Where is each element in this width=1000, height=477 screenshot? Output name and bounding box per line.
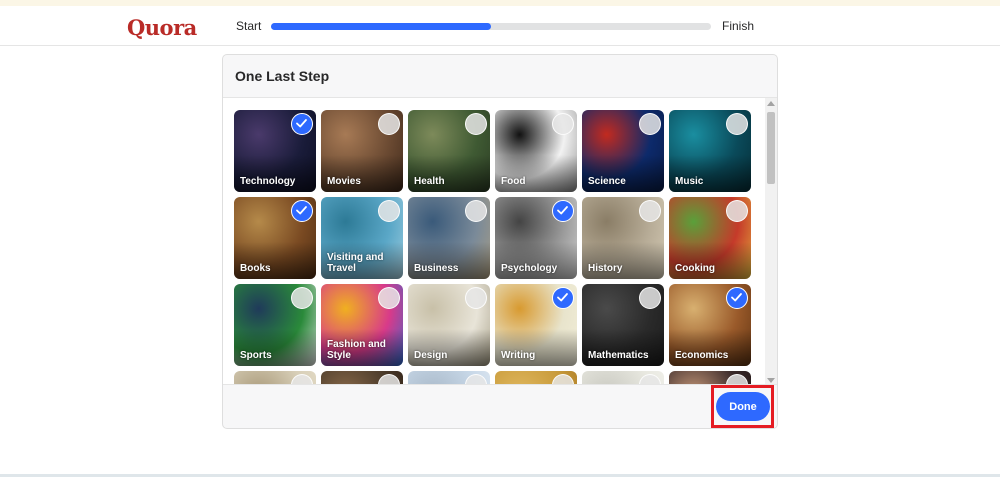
topic-tile[interactable]: Design — [408, 284, 490, 366]
topic-tile[interactable]: Music — [669, 110, 751, 192]
topic-selection-modal: One Last Step Technology Movies Health Food… — [222, 54, 778, 429]
topic-tile[interactable] — [669, 371, 751, 384]
checkmark-selected-icon[interactable] — [552, 200, 574, 222]
header-bar: Quora Start Finish — [0, 6, 1000, 46]
topic-label: Sports — [240, 350, 272, 361]
scrollbar[interactable] — [765, 98, 777, 384]
checkbox-unselected-icon[interactable] — [726, 374, 748, 384]
topic-tile[interactable]: Food — [495, 110, 577, 192]
progress-finish-label: Finish — [722, 19, 755, 33]
topic-tile[interactable]: Science — [582, 110, 664, 192]
topic-label: Economics — [675, 350, 729, 361]
topic-label: Visiting and Travel — [327, 252, 384, 274]
progress-bar — [271, 23, 711, 30]
checkbox-unselected-icon[interactable] — [465, 287, 487, 309]
checkbox-unselected-icon[interactable] — [639, 374, 661, 384]
checkmark-selected-icon[interactable] — [726, 287, 748, 309]
checkbox-unselected-icon[interactable] — [378, 287, 400, 309]
checkbox-unselected-icon[interactable] — [726, 200, 748, 222]
topic-tile[interactable]: Visiting and Travel — [321, 197, 403, 279]
checkbox-unselected-icon[interactable] — [378, 113, 400, 135]
topic-tile[interactable] — [495, 371, 577, 384]
checkbox-unselected-icon[interactable] — [552, 113, 574, 135]
topic-tile[interactable]: Business — [408, 197, 490, 279]
checkbox-unselected-icon[interactable] — [726, 113, 748, 135]
topic-label: Science — [588, 176, 626, 187]
checkbox-unselected-icon[interactable] — [378, 200, 400, 222]
topic-tile[interactable] — [321, 371, 403, 384]
checkbox-unselected-icon[interactable] — [639, 200, 661, 222]
done-button[interactable]: Done — [716, 392, 770, 421]
checkbox-unselected-icon[interactable] — [465, 374, 487, 384]
topic-label: Writing — [501, 350, 536, 361]
checkbox-unselected-icon[interactable] — [465, 200, 487, 222]
checkbox-unselected-icon[interactable] — [291, 287, 313, 309]
progress-start-label: Start — [236, 19, 262, 33]
topic-tile[interactable]: Health — [408, 110, 490, 192]
topic-scroll-area[interactable]: Technology Movies Health Food Science Music Bo… — [223, 97, 777, 385]
topic-tile[interactable]: Sports — [234, 284, 316, 366]
topic-tile[interactable]: Books — [234, 197, 316, 279]
quora-logo[interactable]: Quora — [127, 15, 197, 40]
topic-label: Fashion and Style — [327, 339, 386, 361]
checkbox-unselected-icon[interactable] — [639, 113, 661, 135]
topic-tile[interactable]: Movies — [321, 110, 403, 192]
scroll-up-arrow-icon[interactable] — [767, 101, 775, 106]
topic-label: Health — [414, 176, 445, 187]
checkbox-unselected-icon[interactable] — [291, 374, 313, 384]
checkbox-unselected-icon[interactable] — [378, 374, 400, 384]
topic-label: Business — [414, 263, 459, 274]
topic-tile[interactable]: History — [582, 197, 664, 279]
topic-label: Mathematics — [588, 350, 649, 361]
checkbox-unselected-icon[interactable] — [639, 287, 661, 309]
topic-tile[interactable]: Technology — [234, 110, 316, 192]
scroll-thumb[interactable] — [767, 112, 775, 184]
scroll-down-arrow-icon[interactable] — [767, 378, 775, 383]
topic-label: Design — [414, 350, 448, 361]
topic-label: Movies — [327, 176, 361, 187]
topic-tile[interactable]: Mathematics — [582, 284, 664, 366]
topic-tile[interactable]: Economics — [669, 284, 751, 366]
checkmark-selected-icon[interactable] — [552, 287, 574, 309]
modal-title: One Last Step — [235, 68, 330, 84]
checkmark-selected-icon[interactable] — [291, 113, 313, 135]
topic-tile[interactable]: Writing — [495, 284, 577, 366]
topic-label: Music — [675, 176, 704, 187]
topic-label: History — [588, 263, 623, 274]
topic-label: Books — [240, 263, 271, 274]
topic-label: Psychology — [501, 263, 558, 274]
topic-label: Food — [501, 176, 526, 187]
topic-label: Technology — [240, 176, 296, 187]
progress-bar-fill — [271, 23, 491, 30]
topic-tile[interactable]: Fashion and Style — [321, 284, 403, 366]
topic-tile[interactable]: Psychology — [495, 197, 577, 279]
topic-tile[interactable] — [582, 371, 664, 384]
checkmark-selected-icon[interactable] — [291, 200, 313, 222]
topic-label: Cooking — [675, 263, 715, 274]
topic-tile[interactable] — [408, 371, 490, 384]
topic-tile[interactable] — [234, 371, 316, 384]
topic-tile[interactable]: Cooking — [669, 197, 751, 279]
checkbox-unselected-icon[interactable] — [465, 113, 487, 135]
checkbox-unselected-icon[interactable] — [552, 374, 574, 384]
